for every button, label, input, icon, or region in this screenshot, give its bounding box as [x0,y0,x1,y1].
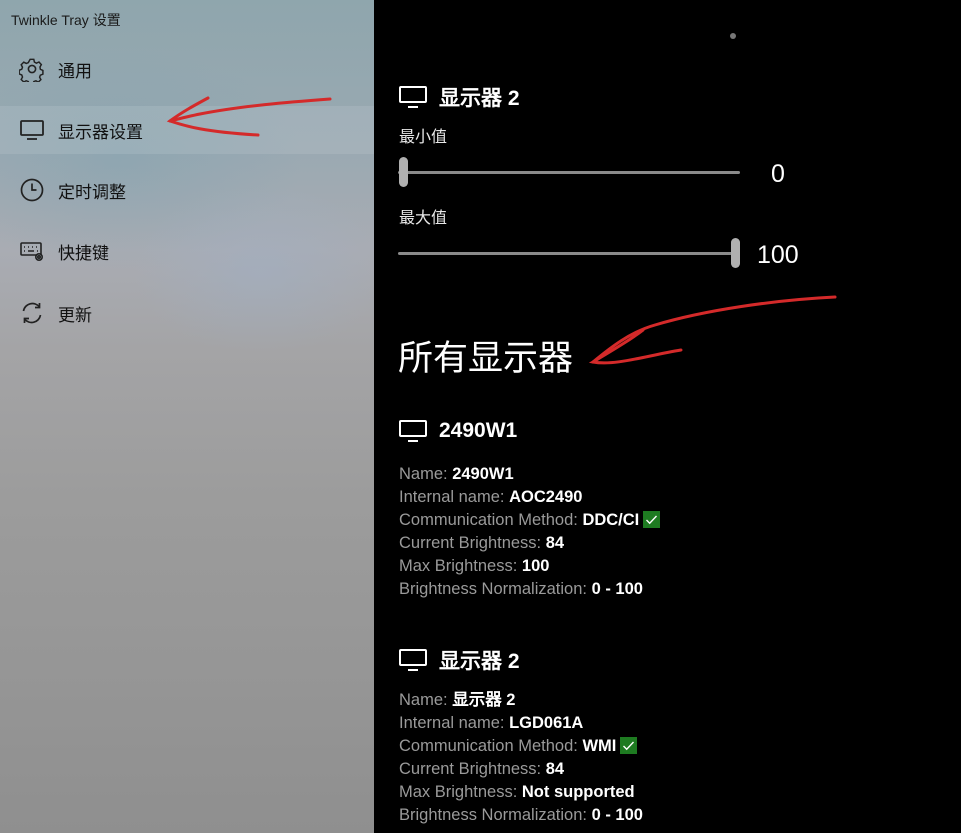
sidebar-item-hotkeys[interactable]: 快捷键 [0,227,374,275]
info-value: 0 - 100 [591,806,643,824]
min-label: 最小值 [399,129,448,146]
info-row: Current Brightness: 84 [399,758,643,781]
refresh-icon [19,300,45,326]
max-value: 100 [757,241,799,269]
info-label: Communication Method: [399,737,578,755]
info-row: Brightness Normalization: 0 - 100 [399,804,643,827]
info-value: 显示器 2 [452,691,516,709]
sidebar-item-schedule[interactable]: 定时调整 [0,166,374,214]
info-row: Max Brightness: 100 [399,555,660,578]
monitor-heading: 显示器 2 [398,82,520,112]
monitor-icon [399,649,427,671]
info-value: WMI [582,737,617,755]
sidebar-item-label: 更新 [58,305,92,325]
info-label: Max Brightness: [399,557,518,575]
monitor-heading: 2490W1 [398,419,517,443]
info-row: Brightness Normalization: 0 - 100 [399,578,660,601]
info-row: Communication Method: DDC/CI [399,509,661,532]
info-label: Max Brightness: [399,783,518,801]
sidebar-item-monitors[interactable]: 显示器设置 [0,106,374,154]
info-row: Max Brightness: Not supported [399,781,643,804]
sidebar-item-label: 显示器设置 [58,122,143,142]
info-label: Name: [399,691,448,709]
check-icon [620,737,638,754]
monitor-heading: 显示器 2 [398,645,520,675]
info-value: 84 [545,760,565,778]
monitor-info: Name: 显示器 2 Internal name: LGD061A Commu… [399,689,643,827]
info-value: DDC/CI [582,511,640,529]
sidebar-item-label: 快捷键 [58,243,109,263]
monitor-icon [19,117,45,143]
info-value: 0 - 100 [591,580,643,598]
info-label: Current Brightness: [399,760,542,778]
sidebar-item-label: 通用 [58,61,92,81]
gear-icon [19,56,45,82]
info-row: Current Brightness: 84 [399,532,660,555]
info-value: 2490W1 [452,465,514,483]
info-value: 84 [545,534,565,552]
info-label: Current Brightness: [399,534,542,552]
info-label: Name: [399,465,448,483]
monitor-name: 显示器 2 [439,650,520,673]
info-row: Internal name: LGD061A [399,712,643,735]
info-value: AOC2490 [509,488,583,506]
info-value: 100 [521,557,550,575]
sidebar-item-general[interactable]: 通用 [0,45,374,93]
all-monitors-title: 所有显示器 [398,339,574,378]
max-label: 最大值 [399,210,448,227]
info-value: Not supported [521,783,635,801]
scroll-indicator[interactable] [730,33,736,39]
monitor-name: 2490W1 [439,419,518,442]
info-row: Name: 显示器 2 [399,689,643,712]
info-label: Brightness Normalization: [399,580,587,598]
info-row: Internal name: AOC2490 [399,486,660,509]
monitor-info: Name: 2490W1 Internal name: AOC2490 Comm… [399,463,661,601]
info-value: LGD061A [509,714,584,732]
info-row: Name: 2490W1 [399,463,660,486]
monitor-icon [399,420,427,442]
main-content: 显示器 2 最小值 0 最大值 100 所有显示器 2490W1 Name: 2… [374,0,961,833]
info-label: Brightness Normalization: [399,806,587,824]
info-label: Internal name: [399,714,505,732]
min-slider-thumb[interactable] [399,157,408,187]
clock-icon [19,177,45,203]
max-slider-thumb[interactable] [731,238,740,268]
keyboard-icon [19,238,45,264]
monitor-icon [399,86,427,108]
check-icon [643,511,661,528]
sidebar: Twinkle Tray 设置 通用 显示器设置 定时调整 快捷键 更新 [0,0,374,833]
info-label: Internal name: [399,488,505,506]
info-label: Communication Method: [399,511,578,529]
app-title: Twinkle Tray 设置 [11,12,121,28]
sidebar-item-updates[interactable]: 更新 [0,289,374,337]
min-slider-track[interactable] [398,171,740,174]
sidebar-item-label: 定时调整 [58,182,126,202]
monitor-name: 显示器 2 [439,87,520,110]
max-slider-track[interactable] [398,252,740,255]
min-value: 0 [771,160,785,188]
info-row: Communication Method: WMI [399,735,643,758]
